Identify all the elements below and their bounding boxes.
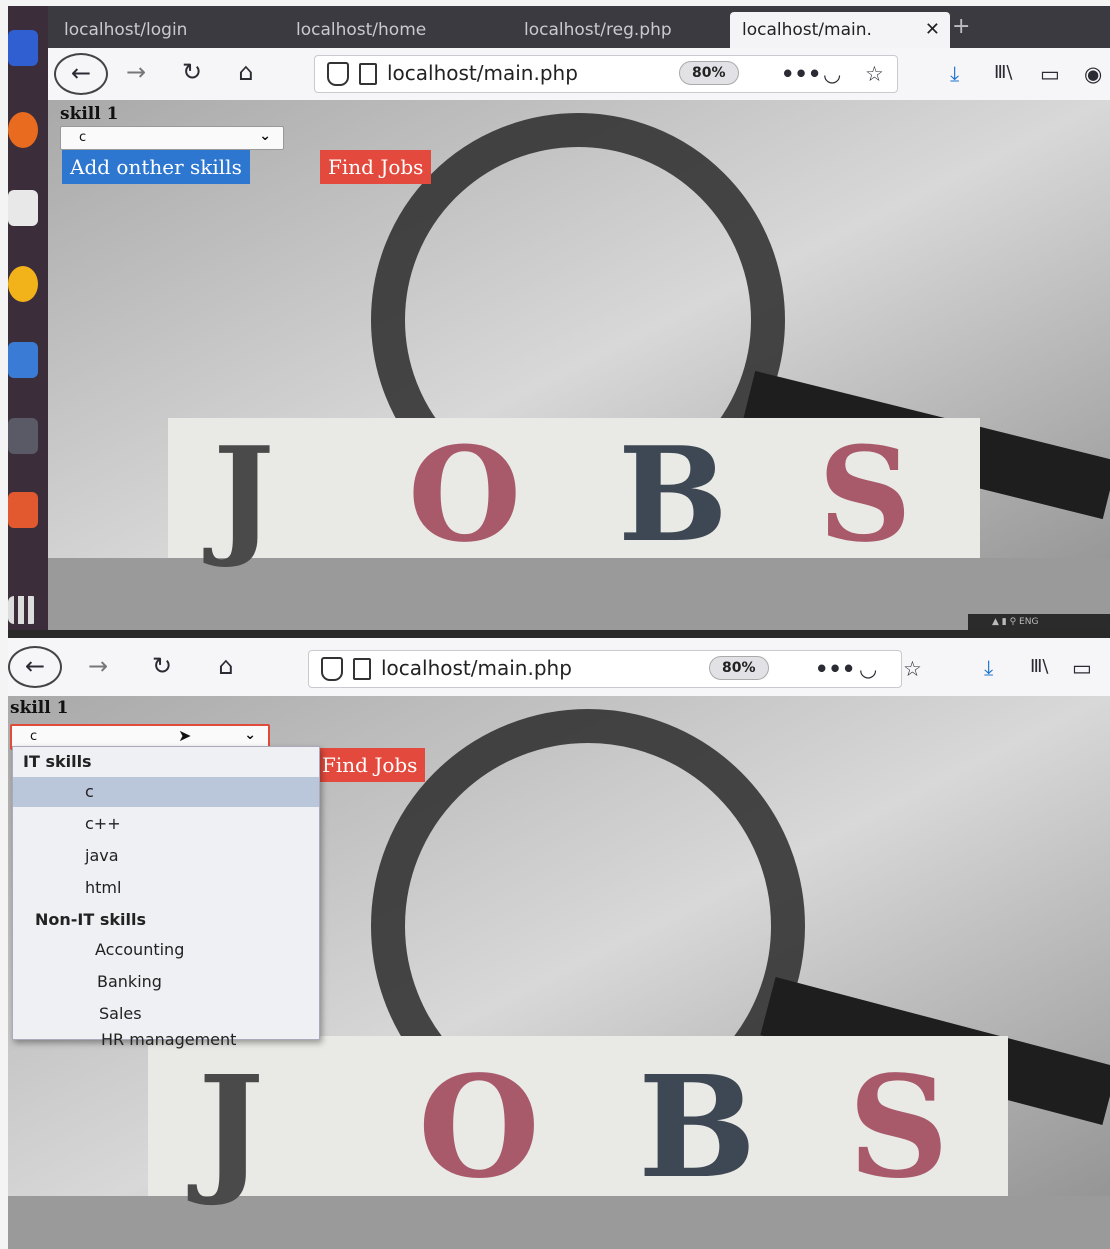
block-letter: S xyxy=(818,418,912,571)
tab-label: localhost/login xyxy=(64,20,188,40)
forward-arrow-icon[interactable]: → xyxy=(116,52,156,92)
option-java[interactable]: java xyxy=(13,841,319,871)
mouse-cursor-icon: ➤ xyxy=(178,726,192,745)
find-jobs-button[interactable]: Find Jobs xyxy=(314,748,426,782)
block-letter: J xyxy=(203,418,275,571)
system-tray: ▲ ▮ ⚲ ENG xyxy=(968,614,1110,630)
url-text: localhost/main.php xyxy=(387,61,578,85)
firefox-icon[interactable] xyxy=(8,112,38,148)
find-jobs-button[interactable]: Find Jobs xyxy=(320,150,432,184)
chevron-down-icon: ⌄ xyxy=(259,128,271,144)
option-accounting[interactable]: Accounting xyxy=(13,935,319,965)
option-c[interactable]: c xyxy=(13,777,319,807)
download-icon[interactable]: ⤓ xyxy=(984,656,993,681)
zoom-badge[interactable]: 80% xyxy=(709,656,769,680)
home-icon[interactable]: ⌂ xyxy=(206,646,246,686)
library-icon[interactable]: Ⅲ\ xyxy=(994,62,1012,83)
block-letter: J xyxy=(187,1046,264,1210)
option-cpp[interactable]: c++ xyxy=(13,809,319,839)
skill-dropdown-list: IT skills c c++ java html Non-IT skills … xyxy=(12,746,320,1049)
writer-icon[interactable] xyxy=(8,342,38,378)
shield-icon[interactable] xyxy=(321,657,343,681)
skill-label: skill 1 xyxy=(60,104,119,124)
url-bar[interactable]: localhost/main.php 80% ••• ◡ ☆ xyxy=(308,650,922,688)
add-skill-button[interactable]: Add onther skills xyxy=(62,150,250,184)
screenshot-dropdown-closed: localhost/login localhost/home localhost… xyxy=(8,6,1110,630)
files-icon[interactable] xyxy=(8,190,38,226)
tab-home[interactable]: localhost/home xyxy=(284,12,506,48)
optgroup-non-it-skills: Non-IT skills xyxy=(35,910,146,929)
skill-select[interactable]: c ⌄ xyxy=(60,126,284,150)
block-letter: B xyxy=(618,418,728,571)
store-icon[interactable] xyxy=(8,492,38,528)
back-arrow-icon[interactable]: ← xyxy=(54,53,108,95)
star-icon[interactable]: ☆ xyxy=(903,657,922,681)
reload-icon[interactable]: ↻ xyxy=(142,646,182,686)
page-icon[interactable] xyxy=(359,63,377,85)
page-icon[interactable] xyxy=(353,658,371,680)
new-tab-button[interactable]: + xyxy=(952,14,970,39)
more-icon[interactable]: ••• xyxy=(815,657,855,681)
pocket-icon[interactable]: ◡ xyxy=(823,62,841,86)
reload-icon[interactable]: ↻ xyxy=(172,52,212,92)
tab-reg[interactable]: localhost/reg.php xyxy=(512,12,734,48)
skill-label: skill 1 xyxy=(10,698,69,718)
block-letter: S xyxy=(848,1046,949,1210)
close-tab-icon[interactable]: ✕ xyxy=(925,12,940,48)
app-grid-icon[interactable] xyxy=(8,596,38,624)
tab-label: localhost/home xyxy=(296,20,427,40)
zoom-badge[interactable]: 80% xyxy=(679,61,739,85)
page-content: J O B S skill 1 c ⌄ Add onther skills Fi… xyxy=(48,100,1110,630)
nav-bar: ← → ↻ ⌂ localhost/main.php 80% ••• ◡ ☆ ⤓… xyxy=(48,48,1110,101)
option-html[interactable]: html xyxy=(13,873,319,903)
block-letter: O xyxy=(418,1046,540,1210)
tab-main[interactable]: localhost/main. ✕ xyxy=(730,12,950,48)
block-letter: B xyxy=(638,1046,756,1210)
page-content: J O B S skill 1 c ⌄ Find Jobs IT skills … xyxy=(8,696,1110,1249)
tab-label: localhost/reg.php xyxy=(524,20,672,40)
home-icon[interactable]: ⌂ xyxy=(226,52,266,92)
more-icon[interactable]: ••• xyxy=(781,62,821,86)
back-arrow-icon[interactable]: ← xyxy=(8,646,62,688)
pocket-icon[interactable]: ◡ xyxy=(859,657,877,681)
shield-icon[interactable] xyxy=(327,62,349,86)
music-icon[interactable] xyxy=(8,266,38,302)
tab-strip: localhost/login localhost/home localhost… xyxy=(48,6,1110,48)
block-letter: O xyxy=(408,418,521,571)
software-icon[interactable] xyxy=(8,418,38,454)
option-hr-management[interactable]: HR management xyxy=(13,1025,319,1055)
launcher-app-icon[interactable] xyxy=(8,30,38,66)
sidebar-icon[interactable]: ▭ xyxy=(1040,62,1060,86)
url-bar[interactable]: localhost/main.php 80% ••• ◡ ☆ xyxy=(314,55,898,93)
star-icon[interactable]: ☆ xyxy=(865,62,884,86)
tab-label: localhost/main. xyxy=(742,20,872,40)
forward-arrow-icon[interactable]: → xyxy=(78,646,118,686)
sidebar-icon[interactable]: ▭ xyxy=(1072,656,1092,680)
account-icon[interactable]: ◉ xyxy=(1084,62,1102,86)
screenshot-dropdown-open: ← → ↻ ⌂ localhost/main.php 80% ••• ◡ ☆ ⤓… xyxy=(8,630,1110,1249)
tab-login[interactable]: localhost/login xyxy=(52,12,284,48)
select-value: c xyxy=(30,729,38,744)
download-icon[interactable]: ⤓ xyxy=(950,62,959,87)
nav-bar: ← → ↻ ⌂ localhost/main.php 80% ••• ◡ ☆ ⤓… xyxy=(8,638,1110,697)
chevron-down-icon: ⌄ xyxy=(244,727,256,743)
select-value: c xyxy=(79,130,87,145)
library-icon[interactable]: Ⅲ\ xyxy=(1030,656,1048,677)
optgroup-it-skills: IT skills xyxy=(23,752,92,771)
ubuntu-launcher xyxy=(8,6,48,630)
url-text: localhost/main.php xyxy=(381,656,572,680)
option-banking[interactable]: Banking xyxy=(13,967,319,997)
